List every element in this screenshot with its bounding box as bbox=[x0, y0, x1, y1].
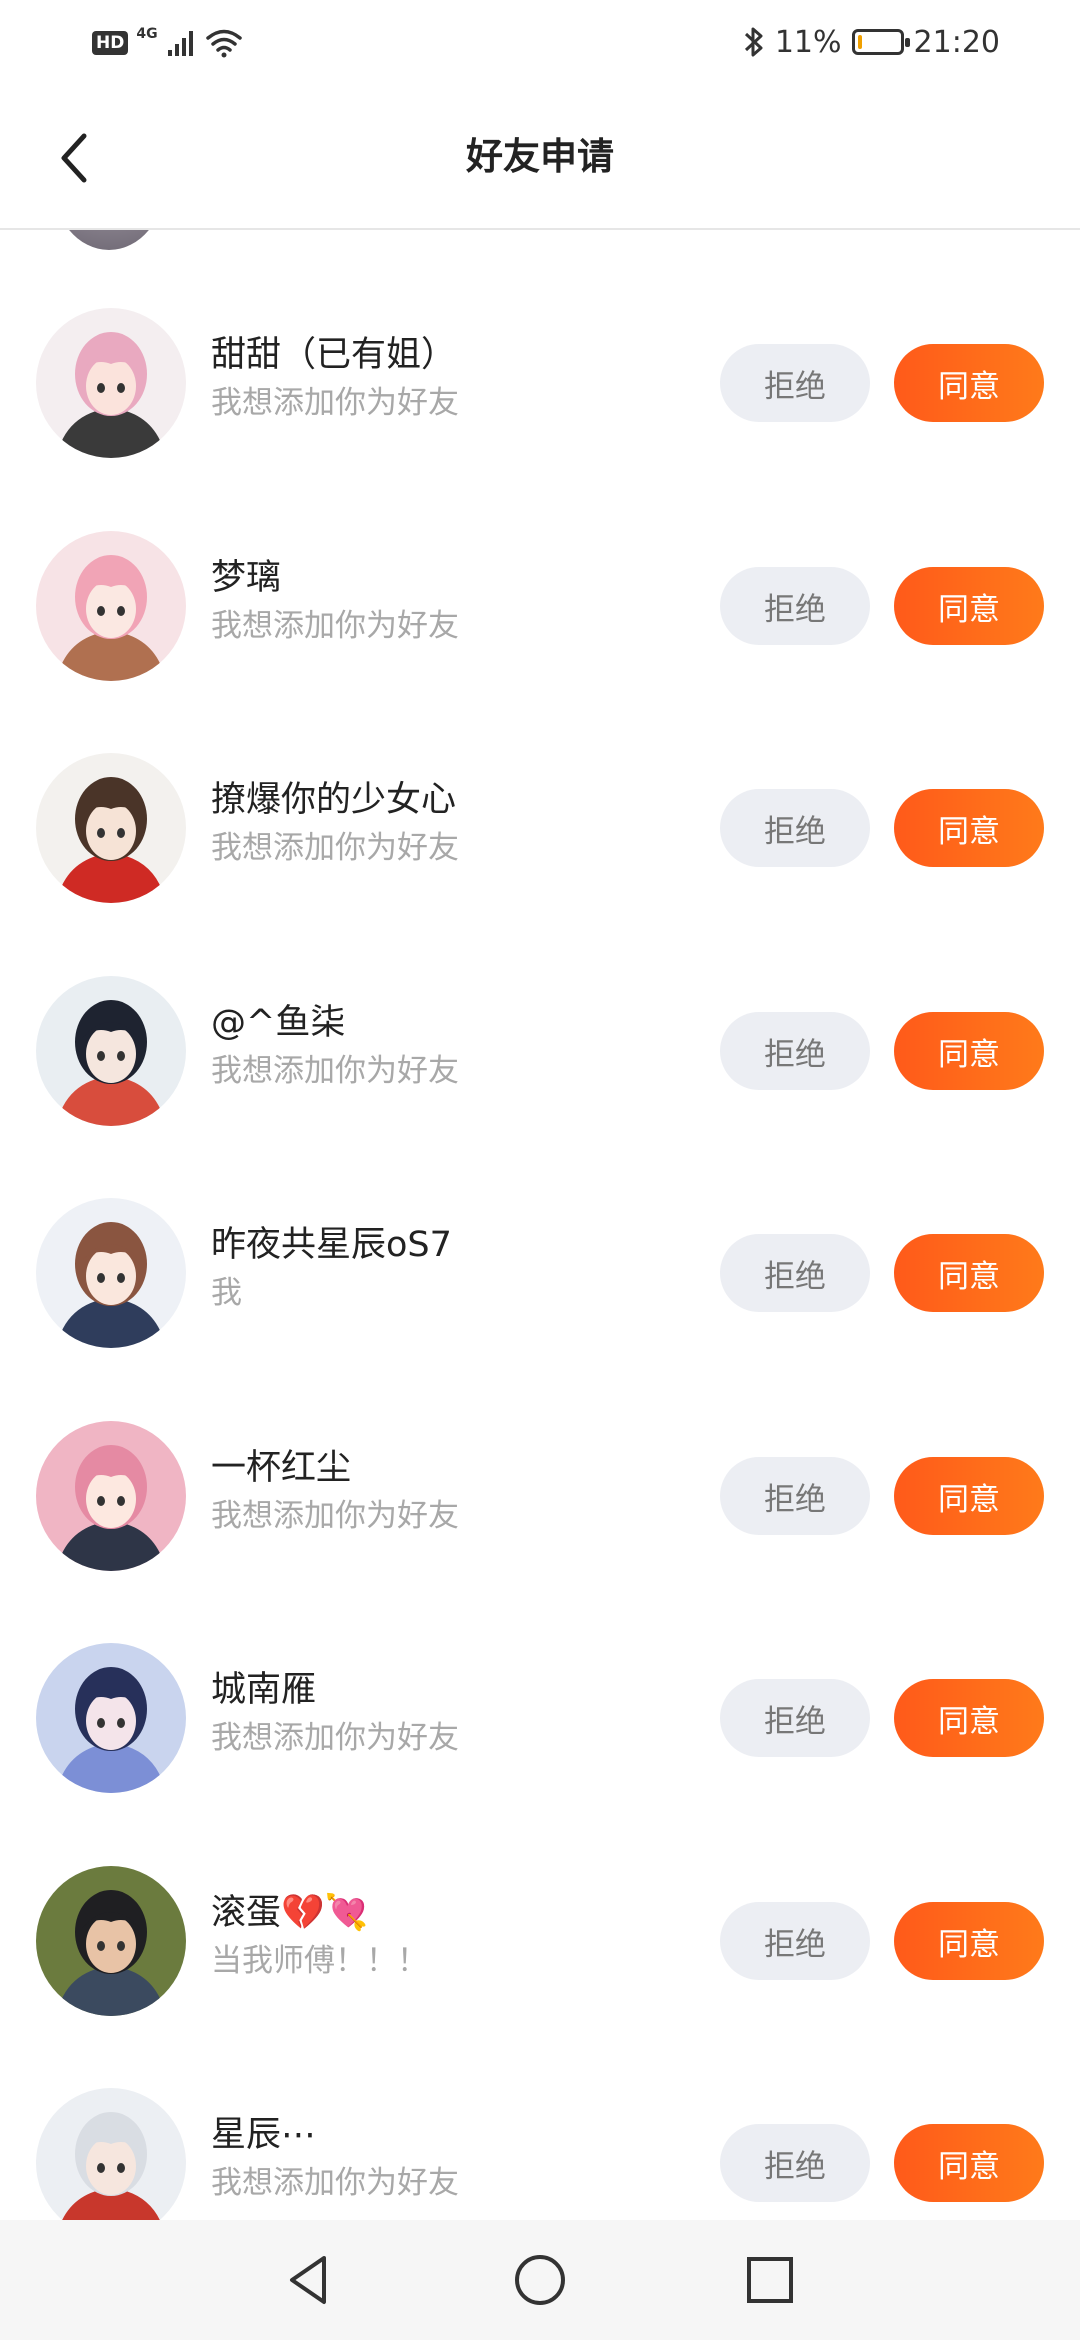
friend-request-row[interactable]: 星辰⋯ 我想添加你为好友 拒绝 同意 bbox=[0, 2050, 1080, 2220]
accept-button[interactable]: 同意 bbox=[894, 1679, 1044, 1757]
avatar[interactable] bbox=[36, 531, 186, 681]
avatar[interactable] bbox=[36, 1643, 186, 1793]
reject-button[interactable]: 拒绝 bbox=[720, 1902, 870, 1980]
signal-icon bbox=[167, 31, 193, 56]
accept-button[interactable]: 同意 bbox=[894, 1012, 1044, 1090]
battery-percent: 11% bbox=[774, 24, 842, 60]
friend-request-row[interactable]: 一杯红尘我想添加你为好友 拒绝 同意 bbox=[0, 1383, 1080, 1605]
reject-button[interactable]: 拒绝 bbox=[720, 1679, 870, 1757]
reject-button[interactable]: 拒绝 bbox=[720, 1457, 870, 1535]
avatar[interactable] bbox=[36, 976, 186, 1126]
accept-button[interactable]: 同意 bbox=[894, 1234, 1044, 1312]
requester-name: @^鱼柒 bbox=[211, 1003, 346, 1043]
page-title: 好友申请 bbox=[466, 135, 614, 178]
friend-request-row[interactable]: 梦璃我想添加你为好友 拒绝 同意 bbox=[0, 493, 1080, 715]
friend-request-row[interactable]: 昨夜共星辰oS7 我 拒绝 同意 bbox=[0, 1160, 1080, 1382]
requester-name: 星辰⋯ bbox=[211, 2115, 317, 2155]
avatar bbox=[52, 230, 166, 250]
avatar[interactable] bbox=[36, 753, 186, 903]
request-message: 我想添加你为好友 bbox=[211, 830, 459, 866]
nav-back-icon[interactable] bbox=[280, 2250, 340, 2310]
requester-name: 滚蛋💔💘 bbox=[211, 1893, 369, 1933]
friend-request-row[interactable]: 撩爆你的少女心我想添加你为好友 拒绝 同意 bbox=[0, 715, 1080, 937]
accept-button[interactable]: 同意 bbox=[894, 789, 1044, 867]
accept-button[interactable]: 同意 bbox=[894, 1457, 1044, 1535]
requester-name: 昨夜共星辰oS7 bbox=[211, 1225, 452, 1265]
request-message: 我想添加你为好友 bbox=[211, 385, 459, 421]
nav-recents-icon[interactable] bbox=[740, 2250, 800, 2310]
header: 好友申请 bbox=[0, 86, 1080, 230]
requester-name: 梦璃 bbox=[211, 558, 282, 598]
request-message: 我 bbox=[211, 1275, 242, 1311]
avatar[interactable] bbox=[36, 308, 186, 458]
reject-button[interactable]: 拒绝 bbox=[720, 1234, 870, 1312]
accept-button[interactable]: 同意 bbox=[894, 567, 1044, 645]
request-message: 我想添加你为好友 bbox=[211, 608, 459, 644]
requester-name: 撩爆你的少女心 bbox=[211, 780, 457, 820]
requester-name: 甜甜（已有姐） bbox=[211, 335, 457, 375]
accept-button[interactable]: 同意 bbox=[894, 1902, 1044, 1980]
requester-name: 一杯红尘 bbox=[211, 1448, 352, 1488]
network-label: 4G bbox=[136, 26, 158, 42]
friend-request-row[interactable]: 城南雁我想添加你为好友 拒绝 同意 bbox=[0, 1605, 1080, 1827]
request-message: 我想添加你为好友 bbox=[211, 1498, 459, 1534]
reject-button[interactable]: 拒绝 bbox=[720, 2124, 870, 2202]
navigation-bar bbox=[0, 2220, 1080, 2340]
clock: 21:20 bbox=[913, 24, 1000, 60]
avatar[interactable] bbox=[36, 1421, 186, 1571]
accept-button[interactable]: 同意 bbox=[894, 2124, 1044, 2202]
friend-request-row[interactable]: 甜甜（已有姐） 我想添加你为好友 拒绝 同意 bbox=[0, 270, 1080, 492]
avatar[interactable] bbox=[36, 1198, 186, 1348]
request-message: 我想添加你为好友 bbox=[211, 1053, 459, 1089]
reject-button[interactable]: 拒绝 bbox=[720, 567, 870, 645]
request-message: 我想添加你为好友 bbox=[211, 2165, 459, 2201]
requester-name: 城南雁 bbox=[211, 1670, 317, 1710]
avatar[interactable] bbox=[36, 1866, 186, 2016]
friend-request-row[interactable]: 滚蛋💔💘 当我师傅！！！ 拒绝 同意 bbox=[0, 1828, 1080, 2050]
battery-fill bbox=[857, 35, 862, 49]
request-message: 我想添加你为好友 bbox=[211, 1720, 459, 1756]
bluetooth-icon bbox=[744, 27, 763, 57]
accept-button[interactable]: 同意 bbox=[894, 344, 1044, 422]
reject-button[interactable]: 拒绝 bbox=[720, 1012, 870, 1090]
avatar[interactable] bbox=[36, 2088, 186, 2220]
hd-badge: HD bbox=[92, 31, 129, 55]
reject-button[interactable]: 拒绝 bbox=[720, 344, 870, 422]
status-left: HD 4G bbox=[92, 26, 244, 60]
nav-home-icon[interactable] bbox=[510, 2250, 570, 2310]
status-right: 11% 21:20 bbox=[743, 22, 1000, 62]
request-message: 当我师傅！！！ bbox=[211, 1943, 428, 1979]
wifi-icon bbox=[205, 29, 242, 58]
reject-button[interactable]: 拒绝 bbox=[720, 789, 870, 867]
friend-request-row[interactable]: @^鱼柒我想添加你为好友 拒绝 同意 bbox=[0, 938, 1080, 1160]
status-bar: HD 4G 11% 21:20 bbox=[0, 0, 1080, 86]
battery-icon bbox=[851, 29, 910, 55]
friend-request-list[interactable]: 甜甜（已有姐） 我想添加你为好友 拒绝 同意 梦璃 我想添加你为好友 拒绝 同意 撩爆你的少女心… bbox=[0, 230, 1080, 2220]
